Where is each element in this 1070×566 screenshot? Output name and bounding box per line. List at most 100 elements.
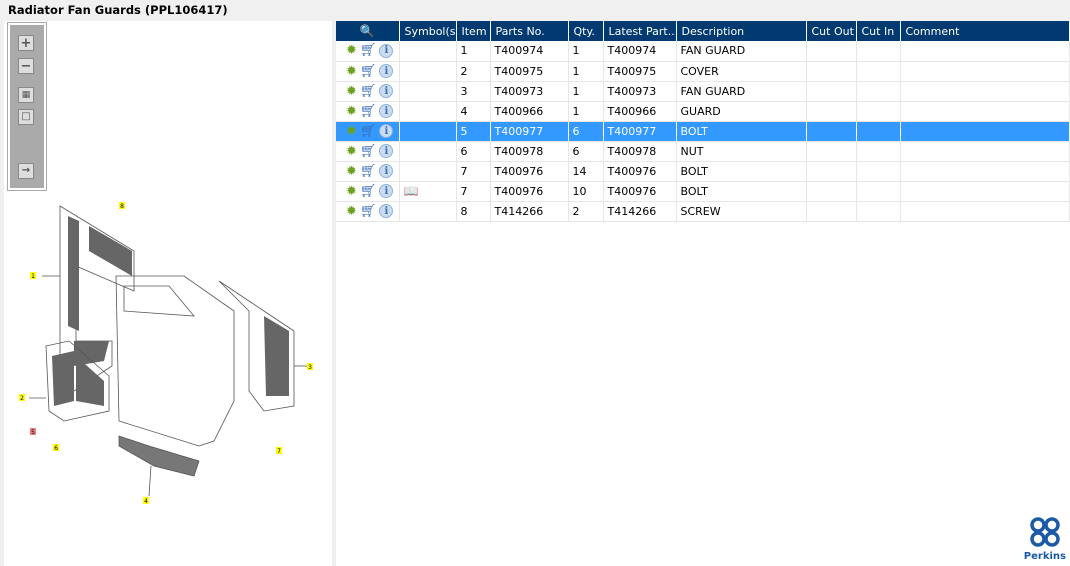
info-icon[interactable]: i	[379, 204, 394, 218]
table-row[interactable]: ✹ 🛒︎ i 6 T400978 6 T400978 NUT	[336, 141, 1070, 162]
cell-description: FAN GUARD	[676, 41, 807, 62]
callout-7[interactable]: 7	[277, 448, 281, 455]
gear-icon[interactable]: ✹	[346, 185, 357, 198]
cell-symbol	[399, 81, 457, 102]
zoom-out-button[interactable]: −	[18, 58, 34, 74]
cell-comment	[900, 181, 1070, 202]
header-description[interactable]: Description	[676, 21, 807, 41]
gear-icon[interactable]: ✹	[346, 85, 357, 98]
callout-layer: 8 1 2 3 4 5 6 7	[19, 202, 313, 505]
cell-cut-out	[806, 101, 857, 122]
callout-4[interactable]: 4	[144, 498, 148, 505]
cart-icon[interactable]: 🛒︎	[360, 125, 377, 138]
cell-part-no: T400974	[490, 41, 569, 62]
cell-cut-in	[856, 81, 901, 102]
row-actions: ✹ 🛒︎ i	[336, 41, 400, 62]
cell-latest-part: T400973	[603, 81, 677, 102]
cell-qty: 1	[568, 61, 604, 82]
cell-latest-part: T414266	[603, 201, 677, 222]
header-search-button[interactable]: 🔍	[336, 21, 400, 41]
table-row[interactable]: ✹ 🛒︎ i 2 T400975 1 T400975 COVER	[336, 61, 1070, 82]
callout-2[interactable]: 2	[20, 395, 24, 402]
cell-item: 6	[456, 141, 491, 162]
cell-comment	[900, 61, 1070, 82]
header-cut-in[interactable]: Cut In	[856, 21, 901, 41]
header-comment[interactable]: Comment	[900, 21, 1070, 41]
cell-part-no: T400966	[490, 101, 569, 122]
gear-icon[interactable]: ✹	[346, 65, 357, 78]
table-row[interactable]: ✹ 🛒︎ i 4 T400966 1 T400966 GUARD	[336, 101, 1070, 122]
info-icon[interactable]: i	[379, 144, 394, 158]
cell-item: 1	[456, 41, 491, 62]
callout-5[interactable]: 5	[31, 429, 35, 436]
callout-1[interactable]: 1	[31, 273, 35, 280]
cell-item: 3	[456, 81, 491, 102]
cell-description: NUT	[676, 141, 807, 162]
table-row[interactable]: ✹ 🛒︎ i 5 T400977 6 T400977 BOLT	[336, 121, 1070, 142]
gear-icon[interactable]: ✹	[346, 125, 357, 138]
diagram-panel: + − ▦ □ → 8 1 2 3 4 5 6 7	[4, 21, 332, 566]
cell-comment	[900, 141, 1070, 162]
table-row[interactable]: ✹ 🛒︎ i 📖 7 T400976 10 T400976 BOLT	[336, 181, 1070, 202]
cart-icon[interactable]: 🛒︎	[360, 185, 377, 198]
cell-symbol	[399, 141, 457, 162]
info-icon[interactable]: i	[379, 124, 394, 138]
cart-icon[interactable]: 🛒︎	[360, 65, 377, 78]
gear-icon[interactable]: ✹	[346, 44, 357, 57]
cart-icon[interactable]: 🛒︎	[360, 145, 377, 158]
book-search-icon[interactable]: 📖	[404, 184, 419, 198]
cart-icon[interactable]: 🛒︎	[360, 165, 377, 178]
fit-view-button[interactable]: ▦	[18, 87, 34, 103]
info-icon[interactable]: i	[379, 84, 394, 98]
callout-6[interactable]: 6	[54, 445, 58, 452]
cart-icon[interactable]: 🛒︎	[360, 105, 377, 118]
header-item[interactable]: Item	[456, 21, 491, 41]
perkins-logo: Perkins	[1024, 516, 1066, 562]
header-cut-out[interactable]: Cut Out	[806, 21, 857, 41]
cell-cut-out	[806, 121, 857, 142]
cell-symbol	[399, 41, 457, 62]
minus-icon: −	[20, 58, 32, 74]
table-row[interactable]: ✹ 🛒︎ i 8 T414266 2 T414266 SCREW	[336, 201, 1070, 222]
cell-comment	[900, 81, 1070, 102]
gear-icon[interactable]: ✹	[346, 165, 357, 178]
grid-icon: ▦	[21, 89, 31, 100]
header-latest-part[interactable]: Latest Part...	[603, 21, 677, 41]
cell-cut-in	[856, 161, 901, 182]
info-icon[interactable]: i	[379, 43, 394, 58]
gear-icon[interactable]: ✹	[346, 145, 357, 158]
info-icon[interactable]: i	[379, 64, 394, 78]
info-icon[interactable]: i	[379, 164, 394, 178]
table-row[interactable]: ✹ 🛒︎ i 7 T400976 14 T400976 BOLT	[336, 161, 1070, 182]
cell-part-no: T400976	[490, 161, 569, 182]
table-row[interactable]: ✹ 🛒︎ i 3 T400973 1 T400973 FAN GUARD	[336, 81, 1070, 102]
parts-table: 🔍 Symbol(s) Item Parts No. Qty. Latest P…	[336, 21, 1070, 222]
info-icon[interactable]: i	[379, 184, 394, 198]
cell-part-no: T400973	[490, 81, 569, 102]
cart-icon[interactable]: 🛒︎	[360, 205, 377, 218]
zoom-in-button[interactable]: +	[18, 35, 34, 51]
cart-icon[interactable]: 🛒︎	[360, 44, 377, 57]
toggle-panel-button[interactable]: →	[18, 163, 34, 179]
cell-cut-out	[806, 41, 857, 62]
cell-description: SCREW	[676, 201, 807, 222]
callout-8[interactable]: 8	[120, 203, 124, 210]
row-actions: ✹ 🛒︎ i	[336, 101, 400, 122]
header-parts-no[interactable]: Parts No.	[490, 21, 569, 41]
gear-icon[interactable]: ✹	[346, 105, 357, 118]
header-qty[interactable]: Qty.	[568, 21, 604, 41]
gear-icon[interactable]: ✹	[346, 205, 357, 218]
cell-latest-part: T400976	[603, 181, 677, 202]
table-row[interactable]: ✹ 🛒︎ i 1 T400974 1 T400974 FAN GUARD	[336, 41, 1070, 62]
cell-part-no: T400976	[490, 181, 569, 202]
arrow-right-icon: →	[21, 165, 31, 176]
info-icon[interactable]: i	[379, 104, 394, 118]
row-actions: ✹ 🛒︎ i	[336, 201, 400, 222]
callout-3[interactable]: 3	[308, 364, 312, 371]
cell-latest-part: T400976	[603, 161, 677, 182]
header-symbols[interactable]: Symbol(s)	[399, 21, 457, 41]
cart-icon[interactable]: 🛒︎	[360, 85, 377, 98]
diagram-toolbar: + − ▦ □ →	[7, 22, 47, 191]
row-actions: ✹ 🛒︎ i	[336, 161, 400, 182]
actual-size-button[interactable]: □	[18, 109, 34, 125]
